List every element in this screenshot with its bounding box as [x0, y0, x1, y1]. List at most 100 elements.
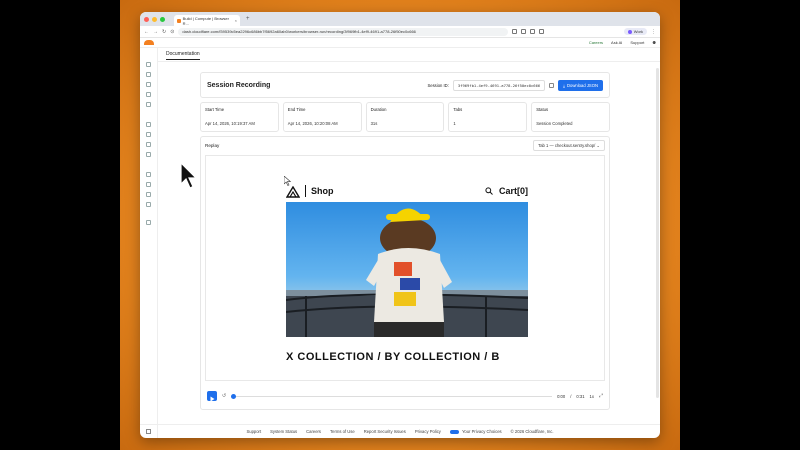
media-icon[interactable] [146, 152, 151, 157]
browser-tab-title: Build | Compute | Browser R… [182, 15, 229, 26]
left-rail [140, 48, 158, 438]
shop-header: Shop Cart[0] [285, 180, 528, 202]
footer-privacy-choices[interactable]: Your Privacy Choices [449, 429, 502, 434]
compute-icon[interactable] [146, 122, 151, 127]
tab-select-value: Tab 1 — checkout.sentry.shop/ [538, 142, 596, 148]
browser-window: Build | Compute | Browser R… × + ← → ↻ ⊙… [140, 12, 660, 438]
extension-icon-2[interactable] [530, 29, 536, 34]
stat-tabs: Tabs 1 [448, 102, 528, 132]
subnav: Documentation [158, 48, 660, 62]
domains-icon[interactable] [146, 92, 151, 97]
replay-player-controls: ↺ 0:00 / 0:31 1x ⤢ [205, 387, 605, 405]
stat-label: Tabs [453, 107, 463, 112]
close-window-button[interactable] [144, 16, 149, 22]
tab-select-dropdown[interactable]: Tab 1 — checkout.sentry.shop/ ⌄ [533, 139, 605, 151]
stats-row: Start Time Apr 14, 2026, 10:19:37 AM End… [200, 102, 610, 132]
close-tab-icon[interactable]: × [235, 18, 237, 23]
stat-value: Apr 14, 2026, 10:19:37 AM [205, 121, 255, 126]
settings-icon[interactable] [146, 202, 151, 207]
extension-icon[interactable] [521, 29, 527, 34]
replay-label: Replay [205, 142, 220, 148]
seek-handle[interactable] [231, 393, 237, 399]
footer-copyright: © 2026 Cloudflare, Inc. [510, 429, 554, 434]
stat-status: Status Session Completed [531, 102, 610, 132]
footer-link-terms[interactable]: Terms of Use [330, 429, 355, 434]
collection-marquee: X COLLECTION / BY COLLECTION / B [286, 352, 500, 362]
mouse-cursor-icon [180, 162, 198, 189]
footer-link-careers[interactable]: Careers [306, 429, 321, 434]
seek-slider[interactable] [231, 393, 553, 399]
profile-button[interactable]: Work [623, 28, 647, 35]
stat-duration: Duration 31s [365, 102, 445, 132]
storage-icon[interactable] [146, 132, 151, 137]
bookmark-icon[interactable] [512, 29, 518, 34]
restart-icon[interactable]: ↺ [222, 393, 226, 399]
download-icon: ⤓ [563, 82, 566, 88]
shop-logo-icon [285, 185, 301, 198]
time-separator: / [570, 393, 572, 399]
avatar [627, 29, 632, 34]
footer-link-security[interactable]: Report Security Issues [364, 429, 406, 434]
time-total: 0:31 [576, 393, 585, 399]
url-field[interactable]: dash.cloudflare.com/f39539c5ea2296c686bb… [178, 27, 509, 36]
account-icon[interactable] [146, 72, 151, 77]
time-current: 0:00 [557, 393, 566, 399]
download-json-button[interactable]: ⤓ Download JSON [558, 79, 603, 91]
user-icon[interactable]: ⚉ [652, 40, 656, 45]
profile-name: Work [633, 29, 643, 34]
stat-label: End Time [287, 107, 306, 112]
speed-selector[interactable]: 1x [590, 394, 594, 399]
sidebar-icon[interactable] [539, 29, 545, 34]
sidebar-collapse-icon[interactable] [146, 429, 151, 434]
play-button[interactable] [207, 391, 217, 402]
shop-name: Shop [311, 186, 334, 196]
gear-icon[interactable] [146, 220, 151, 225]
cloudflare-favicon-icon [177, 18, 181, 23]
cloudflare-logo-icon[interactable] [144, 40, 154, 45]
shop-separator [305, 185, 306, 197]
stat-label: Start Time [205, 107, 225, 112]
zero-trust-icon[interactable] [146, 182, 151, 187]
back-arrow-icon[interactable]: ← [144, 29, 149, 35]
network-icon[interactable] [146, 172, 151, 177]
copy-icon[interactable] [549, 82, 555, 88]
replay-panel: Replay Tab 1 — checkout.sentry.shop/ ⌄ S… [200, 136, 610, 410]
browser-tab[interactable]: Build | Compute | Browser R… × [174, 15, 240, 26]
support-button[interactable]: Support [630, 40, 644, 45]
ai-icon[interactable] [146, 142, 151, 147]
maximize-window-button[interactable] [160, 16, 165, 22]
footer-link-support[interactable]: Support [246, 429, 261, 434]
menu-icon[interactable]: ⋮ [651, 29, 656, 35]
forward-arrow-icon[interactable]: → [153, 29, 158, 35]
stat-label: Status [536, 107, 549, 112]
stat-start-time: Start Time Apr 14, 2026, 10:19:37 AM [200, 102, 279, 132]
stat-end-time: End Time Apr 14, 2026, 10:20:08 AM [282, 102, 362, 132]
email-icon[interactable] [146, 192, 151, 197]
ask-ai-button[interactable]: Ask AI [611, 40, 622, 45]
reload-icon[interactable]: ↻ [162, 29, 166, 35]
new-tab-icon[interactable]: + [246, 16, 250, 22]
careers-link[interactable]: Careers [589, 40, 603, 45]
stat-value: 1 [453, 121, 456, 126]
replay-header: Replay Tab 1 — checkout.sentry.shop/ ⌄ [201, 137, 609, 153]
footer-link-system-status[interactable]: System Status [270, 429, 297, 434]
expand-icon[interactable]: ⤢ [599, 393, 603, 399]
page-scrollbar[interactable] [656, 68, 659, 398]
privacy-toggle-icon [449, 429, 459, 434]
privacy-choices-label: Your Privacy Choices [461, 429, 502, 434]
session-header: Session Recording Session ID: 3f969fb1-4… [200, 72, 610, 98]
stat-label: Duration [370, 107, 387, 112]
address-bar: ← → ↻ ⊙ dash.cloudflare.com/f39539c5ea22… [140, 26, 660, 38]
home-icon[interactable] [146, 62, 151, 67]
replay-viewport[interactable]: Shop Cart[0] X COLLECTION / BY COLLECTIO… [205, 155, 605, 381]
security-icon[interactable] [146, 102, 151, 107]
tab-documentation[interactable]: Documentation [166, 51, 200, 60]
minimize-window-button[interactable] [152, 16, 157, 22]
stat-value: Apr 14, 2026, 10:20:08 AM [287, 121, 338, 126]
session-id-value: 3f969fb1-4ef9-4691-a778-26f50ec0c666 [452, 79, 546, 91]
footer-link-privacy[interactable]: Privacy Policy [415, 429, 441, 434]
session-id-label: Session ID: [427, 82, 449, 88]
tab-strip: Build | Compute | Browser R… × + [140, 12, 660, 26]
analytics-icon[interactable] [146, 82, 151, 87]
site-info-icon[interactable]: ⊙ [170, 29, 174, 35]
